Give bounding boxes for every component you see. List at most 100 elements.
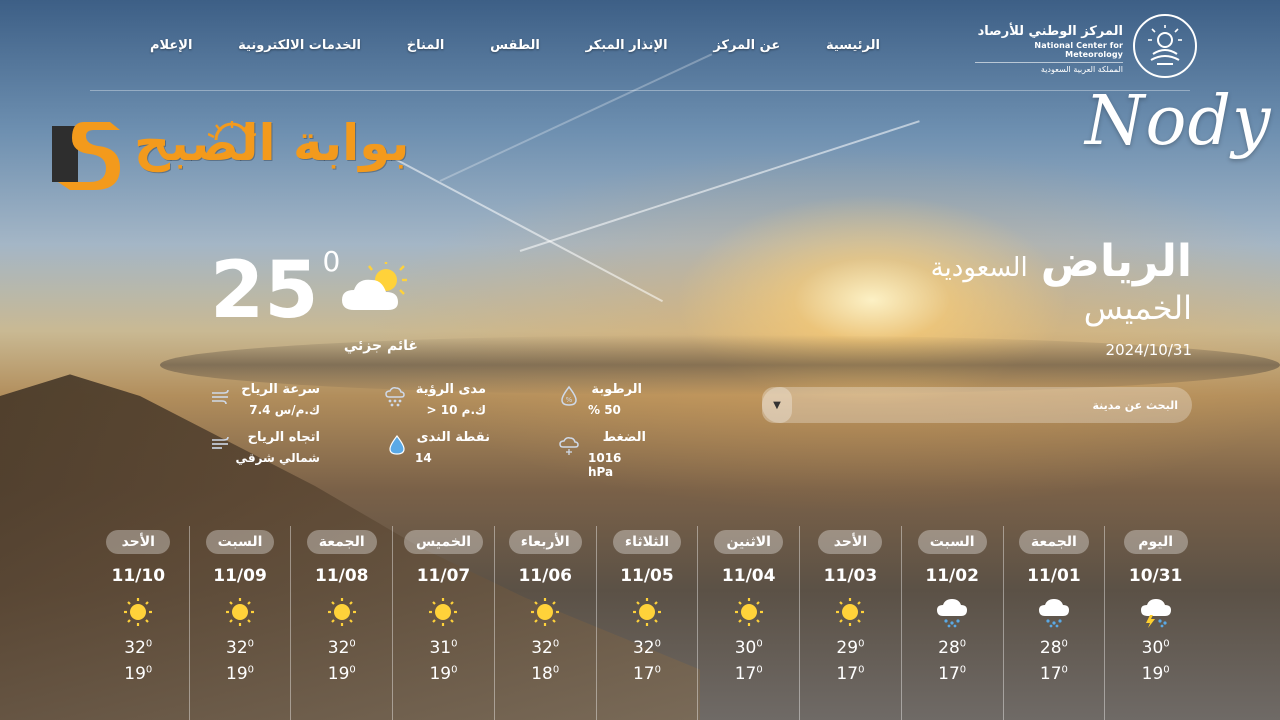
nav-item-early-warning[interactable]: الإنذار المبكر — [586, 38, 668, 58]
sun-icon — [425, 596, 461, 628]
location-block: الرياض السعودية الخميس 2024/10/31 — [931, 236, 1192, 359]
nav-item-e-services[interactable]: الخدمات الالكترونية — [238, 38, 361, 58]
forecast-low-value: 19 — [124, 664, 146, 684]
ncm-subtitle: المملكة العربية السعودية — [975, 62, 1123, 74]
forecast-day-label: الأربعاء — [508, 530, 582, 554]
nav-item-about[interactable]: عن المركز — [713, 38, 780, 58]
sun-rays-icon — [208, 121, 256, 141]
degree-symbol: 0 — [858, 664, 865, 676]
degree-symbol: 0 — [349, 638, 356, 650]
wind-direction-stat: اتجاه الرياح شمالي شرقي — [200, 430, 320, 465]
ncm-name-ar: المركز الوطني للأرصاد — [977, 24, 1123, 39]
nav-item-climate[interactable]: المناخ — [407, 38, 445, 58]
degree-symbol: 0 — [552, 664, 560, 676]
forecast-low-value: 19 — [429, 664, 452, 684]
forecast-high-value: 32 — [226, 638, 248, 658]
palm-emblem-icon — [1133, 14, 1197, 78]
forecast-high: 280 — [902, 638, 1003, 658]
forecast-low-value: 18 — [531, 664, 553, 684]
forecast-day-label: الخميس — [403, 530, 484, 554]
degree-symbol: 0 — [858, 638, 865, 650]
forecast-day-label: الأحد — [106, 530, 171, 554]
degree-symbol: 0 — [654, 638, 661, 650]
forecast-day-label: الاثنين — [714, 530, 783, 554]
dew-point-label: نقطة الندى — [416, 430, 490, 445]
contrail — [439, 53, 713, 182]
sun-icon — [629, 596, 665, 628]
forecast-day: الأحد 11/03 290 170 — [800, 526, 902, 720]
forecast-day: الجمعة 11/08 320 190 — [291, 526, 394, 720]
ncm-text: المركز الوطني للأرصاد National Center fo… — [975, 24, 1123, 74]
forecast-date: 11/02 — [925, 566, 979, 586]
forecast-high: 320 — [597, 638, 698, 658]
sun-icon — [222, 596, 258, 628]
forecast-day-label: الجمعة — [306, 530, 377, 554]
forecast-date: 11/03 — [823, 566, 878, 586]
current-day: الخميس — [1083, 289, 1192, 327]
degree-symbol: 0 — [451, 664, 458, 676]
forecast-day: السبت 11/02 280 170 — [902, 526, 1004, 720]
forecast-low: 190 — [291, 664, 392, 684]
city-search-select[interactable]: البحث عن مدينة ▼ — [762, 387, 1192, 423]
rain-cloud-icon — [1036, 596, 1072, 628]
forecast-low-value: 17 — [734, 664, 757, 684]
degree-symbol: 0 — [247, 664, 255, 676]
forecast-low: 190 — [88, 664, 189, 684]
forecast-day-label: الجمعة — [1018, 530, 1089, 554]
forecast-low-value: 17 — [1039, 664, 1062, 684]
forecast-high: 320 — [291, 638, 392, 658]
forecast-high-value: 32 — [632, 638, 655, 658]
brand-logo: بوابة الصبح — [50, 108, 430, 194]
dew-point-value: 14 — [415, 451, 432, 465]
forecast-date: 11/07 — [416, 566, 471, 586]
forecast-high: 320 — [190, 638, 291, 658]
nav-item-media[interactable]: الإعلام — [150, 38, 192, 58]
degree-symbol: 0 — [1061, 664, 1068, 676]
humidity-label: الرطوبة — [591, 382, 642, 397]
forecast-date: 10/31 — [1128, 566, 1183, 586]
forecast-low-value: 17 — [632, 664, 655, 684]
forecast-high: 320 — [88, 638, 189, 658]
nav-divider — [90, 90, 1190, 91]
pressure-label: الضغط — [602, 430, 646, 445]
forecast-date: 11/05 — [620, 566, 674, 586]
degree-symbol: 0 — [1163, 664, 1170, 676]
forecast-low: 170 — [800, 664, 901, 684]
wind-speed-label: سرعة الرياح — [241, 382, 320, 397]
visibility-value: ك.م 10 < — [426, 403, 486, 417]
forecast-high-value: 30 — [734, 638, 757, 658]
country-name: السعودية — [930, 253, 1028, 283]
contrail — [519, 120, 920, 252]
forecast-day: الاثنين 11/04 300 170 — [698, 526, 801, 720]
wind-speed-stat: سرعة الرياح ك.م/س 7.4 — [200, 382, 320, 417]
nav-item-home[interactable]: الرئيسية — [826, 38, 880, 58]
pressure-stat: الضغط 1016 hPa — [526, 430, 646, 479]
degree-symbol: 0 — [959, 664, 967, 676]
forecast-day: الخميس 11/07 310 190 — [393, 526, 495, 720]
forecast-low: 190 — [190, 664, 291, 684]
rain-cloud-icon — [934, 596, 970, 628]
degree-symbol: 0 — [145, 638, 153, 650]
forecast-high-value: 32 — [327, 638, 350, 658]
ncm-logo[interactable]: المركز الوطني للأرصاد National Center fo… — [975, 14, 1205, 80]
forecast-low-value: 19 — [327, 664, 350, 684]
forecast-date: 11/09 — [213, 566, 267, 586]
humidity-value: 50 % — [588, 403, 621, 417]
humidity-stat: الرطوبة 50 % — [522, 382, 642, 417]
degree-symbol: 0 — [552, 638, 560, 650]
forecast-high-value: 32 — [531, 638, 553, 658]
degree-symbol: 0 — [145, 664, 153, 676]
forecast-low-value: 17 — [938, 664, 960, 684]
search-placeholder: البحث عن مدينة — [1092, 398, 1179, 412]
nav-item-weather[interactable]: الطقس — [490, 38, 540, 58]
sun-icon — [731, 596, 767, 628]
sun-icon — [324, 596, 360, 628]
temperature-value: 25 — [210, 246, 319, 336]
chevron-down-icon[interactable]: ▼ — [762, 387, 792, 423]
forecast-high: 280 — [1004, 638, 1105, 658]
degree-symbol: 0 — [756, 638, 763, 650]
visibility-stat: مدى الرؤية ك.م 10 < — [366, 382, 486, 417]
forecast-high-value: 29 — [836, 638, 859, 658]
forecast-low: 170 — [1004, 664, 1105, 684]
forecast-high: 300 — [698, 638, 799, 658]
